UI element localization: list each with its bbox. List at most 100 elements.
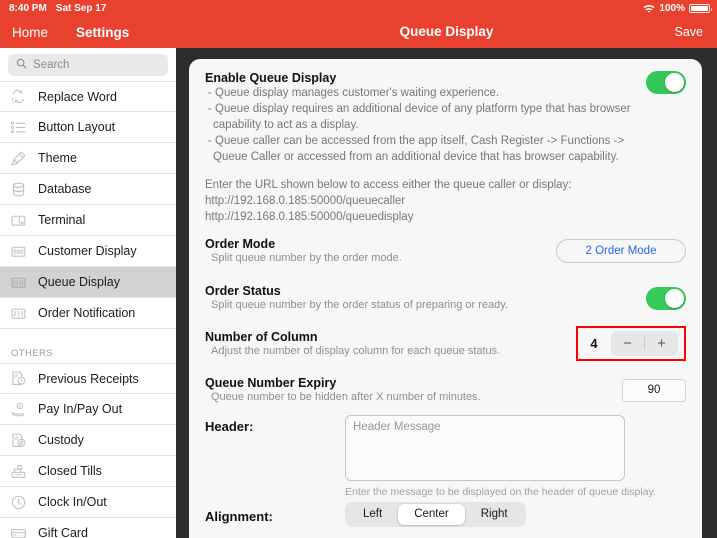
sidebar-item-label: Gift Card xyxy=(38,526,89,538)
wifi-icon xyxy=(643,4,655,15)
gift-card-icon xyxy=(10,525,27,538)
url-intro-text: Enter the URL shown below to access eith… xyxy=(205,179,572,191)
enable-queue-display-toggle[interactable] xyxy=(646,71,686,94)
sidebar-item-label: Closed Tills xyxy=(38,464,102,478)
sidebar-item-customer-display[interactable]: Customer Display xyxy=(0,236,176,267)
queue-display-url: http://192.168.0.185:50000/queuedisplay xyxy=(205,211,414,223)
order-mode-button[interactable]: 2 Order Mode xyxy=(556,239,686,263)
customer-display-icon xyxy=(10,243,27,260)
sidebar-item-label: Terminal xyxy=(38,213,86,227)
custody-icon xyxy=(10,432,27,449)
search-icon xyxy=(16,56,27,74)
enable-bullet-2: - Queue display requires an additional d… xyxy=(208,103,631,131)
clock-icon xyxy=(10,494,27,511)
battery-percent: 100% xyxy=(659,3,685,14)
save-button[interactable]: Save xyxy=(675,25,704,39)
sidebar-item-label: Button Layout xyxy=(38,120,116,134)
battery-icon xyxy=(689,4,712,13)
sidebar: Home Settings Search D Replace Word Butt… xyxy=(0,17,176,538)
sidebar-item-clock-in-out[interactable]: Clock In/Out xyxy=(0,487,176,518)
sidebar-header: Home Settings xyxy=(0,17,176,48)
order-notification-icon xyxy=(10,305,27,322)
status-bar: 8:40 PM Sat Sep 17 100% xyxy=(0,0,717,17)
sidebar-item-custody[interactable]: Custody xyxy=(0,425,176,456)
queue-number-expiry-row: Queue Number Expiry Queue number to be h… xyxy=(205,361,686,407)
alignment-option-left[interactable]: Left xyxy=(347,504,398,525)
cash-register-icon xyxy=(10,463,27,480)
sidebar-item-terminal[interactable]: Terminal xyxy=(0,205,176,236)
quantity-stepper[interactable]: − + xyxy=(611,331,678,356)
terminal-icon xyxy=(10,212,27,229)
number-of-column-subtitle: Adjust the number of display column for … xyxy=(211,344,501,357)
header-message-textarea[interactable]: Header Message xyxy=(345,415,625,481)
sidebar-item-closed-tills[interactable]: Closed Tills xyxy=(0,456,176,487)
sidebar-item-gift-card[interactable]: Gift Card xyxy=(0,518,176,538)
search-container: Search xyxy=(0,48,176,81)
header-helper-text: Enter the message to be displayed on the… xyxy=(345,486,656,498)
app-root: 8:40 PM Sat Sep 17 100% Home Settings Se… xyxy=(0,0,717,538)
alignment-option-center[interactable]: Center xyxy=(398,504,465,525)
sidebar-item-order-notification[interactable]: Order Notification xyxy=(0,298,176,329)
stepper-decrement-button[interactable]: − xyxy=(611,331,644,356)
enable-queue-display-section: Enable Queue Display - Queue display man… xyxy=(205,59,686,165)
home-button[interactable]: Home xyxy=(12,25,48,40)
sidebar-item-replace-word[interactable]: D Replace Word xyxy=(0,81,176,112)
sidebar-item-label: Customer Display xyxy=(38,244,137,258)
replace-word-icon: D xyxy=(10,88,27,105)
button-layout-icon xyxy=(10,119,27,136)
search-placeholder: Search xyxy=(33,59,70,71)
number-of-column-highlight: 4 − + xyxy=(576,326,686,361)
queue-caller-url: http://192.168.0.185:50000/queuecaller xyxy=(205,195,406,207)
sidebar-item-database[interactable]: Database xyxy=(0,174,176,205)
receipt-icon xyxy=(10,370,27,387)
status-bar-left: 8:40 PM Sat Sep 17 xyxy=(9,3,106,14)
settings-card: Enable Queue Display - Queue display man… xyxy=(189,59,702,538)
main-content-area: Enable Queue Display - Queue display man… xyxy=(176,48,717,538)
alignment-segmented-control[interactable]: Left Center Right xyxy=(345,502,526,527)
database-icon xyxy=(10,181,27,198)
url-info-block: Enter the URL shown below to access eith… xyxy=(205,165,686,225)
sidebar-item-button-layout[interactable]: Button Layout xyxy=(0,112,176,143)
sidebar-list: D Replace Word Button Layout Theme Datab… xyxy=(0,81,176,538)
sidebar-item-label: Previous Receipts xyxy=(38,371,139,386)
enable-queue-display-title: Enable Queue Display xyxy=(205,71,337,85)
order-status-title: Order Status xyxy=(205,284,281,298)
header-message-row: Header: Header Message Enter the message… xyxy=(205,407,686,498)
sidebar-item-theme[interactable]: Theme xyxy=(0,143,176,174)
alignment-label: Alignment: xyxy=(205,509,273,524)
status-bar-right: 100% xyxy=(643,3,712,15)
queue-display-icon xyxy=(10,274,27,291)
sidebar-item-queue-display[interactable]: Queue Display xyxy=(0,267,176,298)
queue-number-expiry-subtitle: Queue number to be hidden after X number… xyxy=(211,391,481,403)
status-date: Sat Sep 17 xyxy=(55,3,107,14)
sidebar-item-previous-receipts[interactable]: Previous Receipts xyxy=(0,363,176,394)
sidebar-item-label: Pay In/Pay Out xyxy=(38,402,123,416)
cash-hand-icon: $ xyxy=(10,401,27,418)
order-mode-subtitle: Split queue number by the order mode. xyxy=(211,252,402,264)
sidebar-item-label: Theme xyxy=(38,151,77,165)
sidebar-item-pay-in-pay-out[interactable]: $ Pay In/Pay Out xyxy=(0,394,176,425)
settings-button[interactable]: Settings xyxy=(76,25,129,40)
sidebar-item-label: Custody xyxy=(38,433,84,447)
order-status-subtitle: Split queue number by the order status o… xyxy=(211,299,508,311)
alignment-option-right[interactable]: Right xyxy=(465,504,524,525)
enable-bullet-3: - Queue caller can be accessed from the … xyxy=(208,135,625,163)
queue-number-expiry-title: Queue Number Expiry xyxy=(205,376,337,390)
header-label: Header: xyxy=(205,419,254,434)
order-status-row: Order Status Split queue number by the o… xyxy=(205,268,686,315)
alignment-row: Alignment: Left Center Right xyxy=(205,498,686,527)
sidebar-item-label: Replace Word xyxy=(38,89,117,104)
queue-number-expiry-input[interactable]: 90 xyxy=(622,378,686,402)
search-input[interactable]: Search xyxy=(8,54,168,76)
enable-bullet-1: - Queue display manages customer's waiti… xyxy=(208,87,500,99)
stepper-increment-button[interactable]: + xyxy=(645,331,678,356)
theme-brush-icon xyxy=(10,150,27,167)
page-title: Queue Display xyxy=(399,24,494,39)
sidebar-section-others: OTHERS xyxy=(0,329,176,363)
navigation-bar: Queue Display Save xyxy=(176,17,717,48)
sidebar-item-label: Order Notification xyxy=(38,306,136,320)
number-of-column-row: Number of Column Adjust the number of di… xyxy=(205,315,686,361)
sidebar-item-label: Clock In/Out xyxy=(38,495,107,509)
order-status-toggle[interactable] xyxy=(646,286,686,310)
sidebar-item-label: Database xyxy=(38,182,92,196)
